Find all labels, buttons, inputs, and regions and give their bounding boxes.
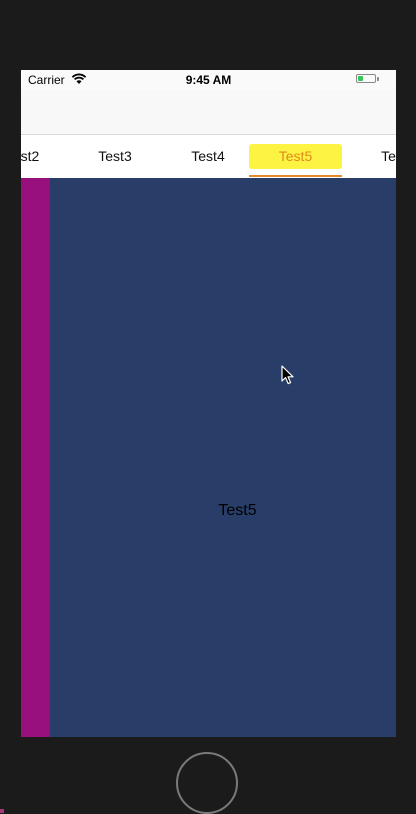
tab-test2[interactable]: st2 bbox=[21, 144, 45, 169]
navigation-bar bbox=[21, 90, 396, 135]
status-bar: Carrier 9:45 AM bbox=[21, 70, 396, 90]
tab-test4[interactable]: Test4 bbox=[186, 144, 230, 169]
tab-test3[interactable]: Test3 bbox=[93, 144, 137, 169]
status-time: 9:45 AM bbox=[185, 73, 232, 87]
previous-page-edge bbox=[21, 178, 50, 737]
home-button[interactable] bbox=[176, 752, 238, 814]
tab-strip[interactable]: st2 Test3 Test4 Test5 Tes bbox=[21, 135, 396, 178]
tab-test5[interactable]: Test5 bbox=[249, 144, 342, 169]
page-title: Test5 bbox=[218, 502, 257, 519]
page-content[interactable]: Test5 bbox=[21, 178, 396, 737]
battery-icon bbox=[356, 74, 376, 83]
battery-tip bbox=[377, 77, 379, 81]
device-screen: Carrier 9:45 AM st2 Test3 Test4 Test5 Te… bbox=[21, 70, 396, 737]
bezel-accent bbox=[0, 809, 4, 813]
selected-tab-indicator bbox=[249, 175, 342, 177]
battery-level-fill bbox=[358, 76, 363, 81]
pointer-cursor-icon bbox=[281, 365, 294, 385]
tab-test6[interactable]: Tes bbox=[377, 144, 396, 169]
